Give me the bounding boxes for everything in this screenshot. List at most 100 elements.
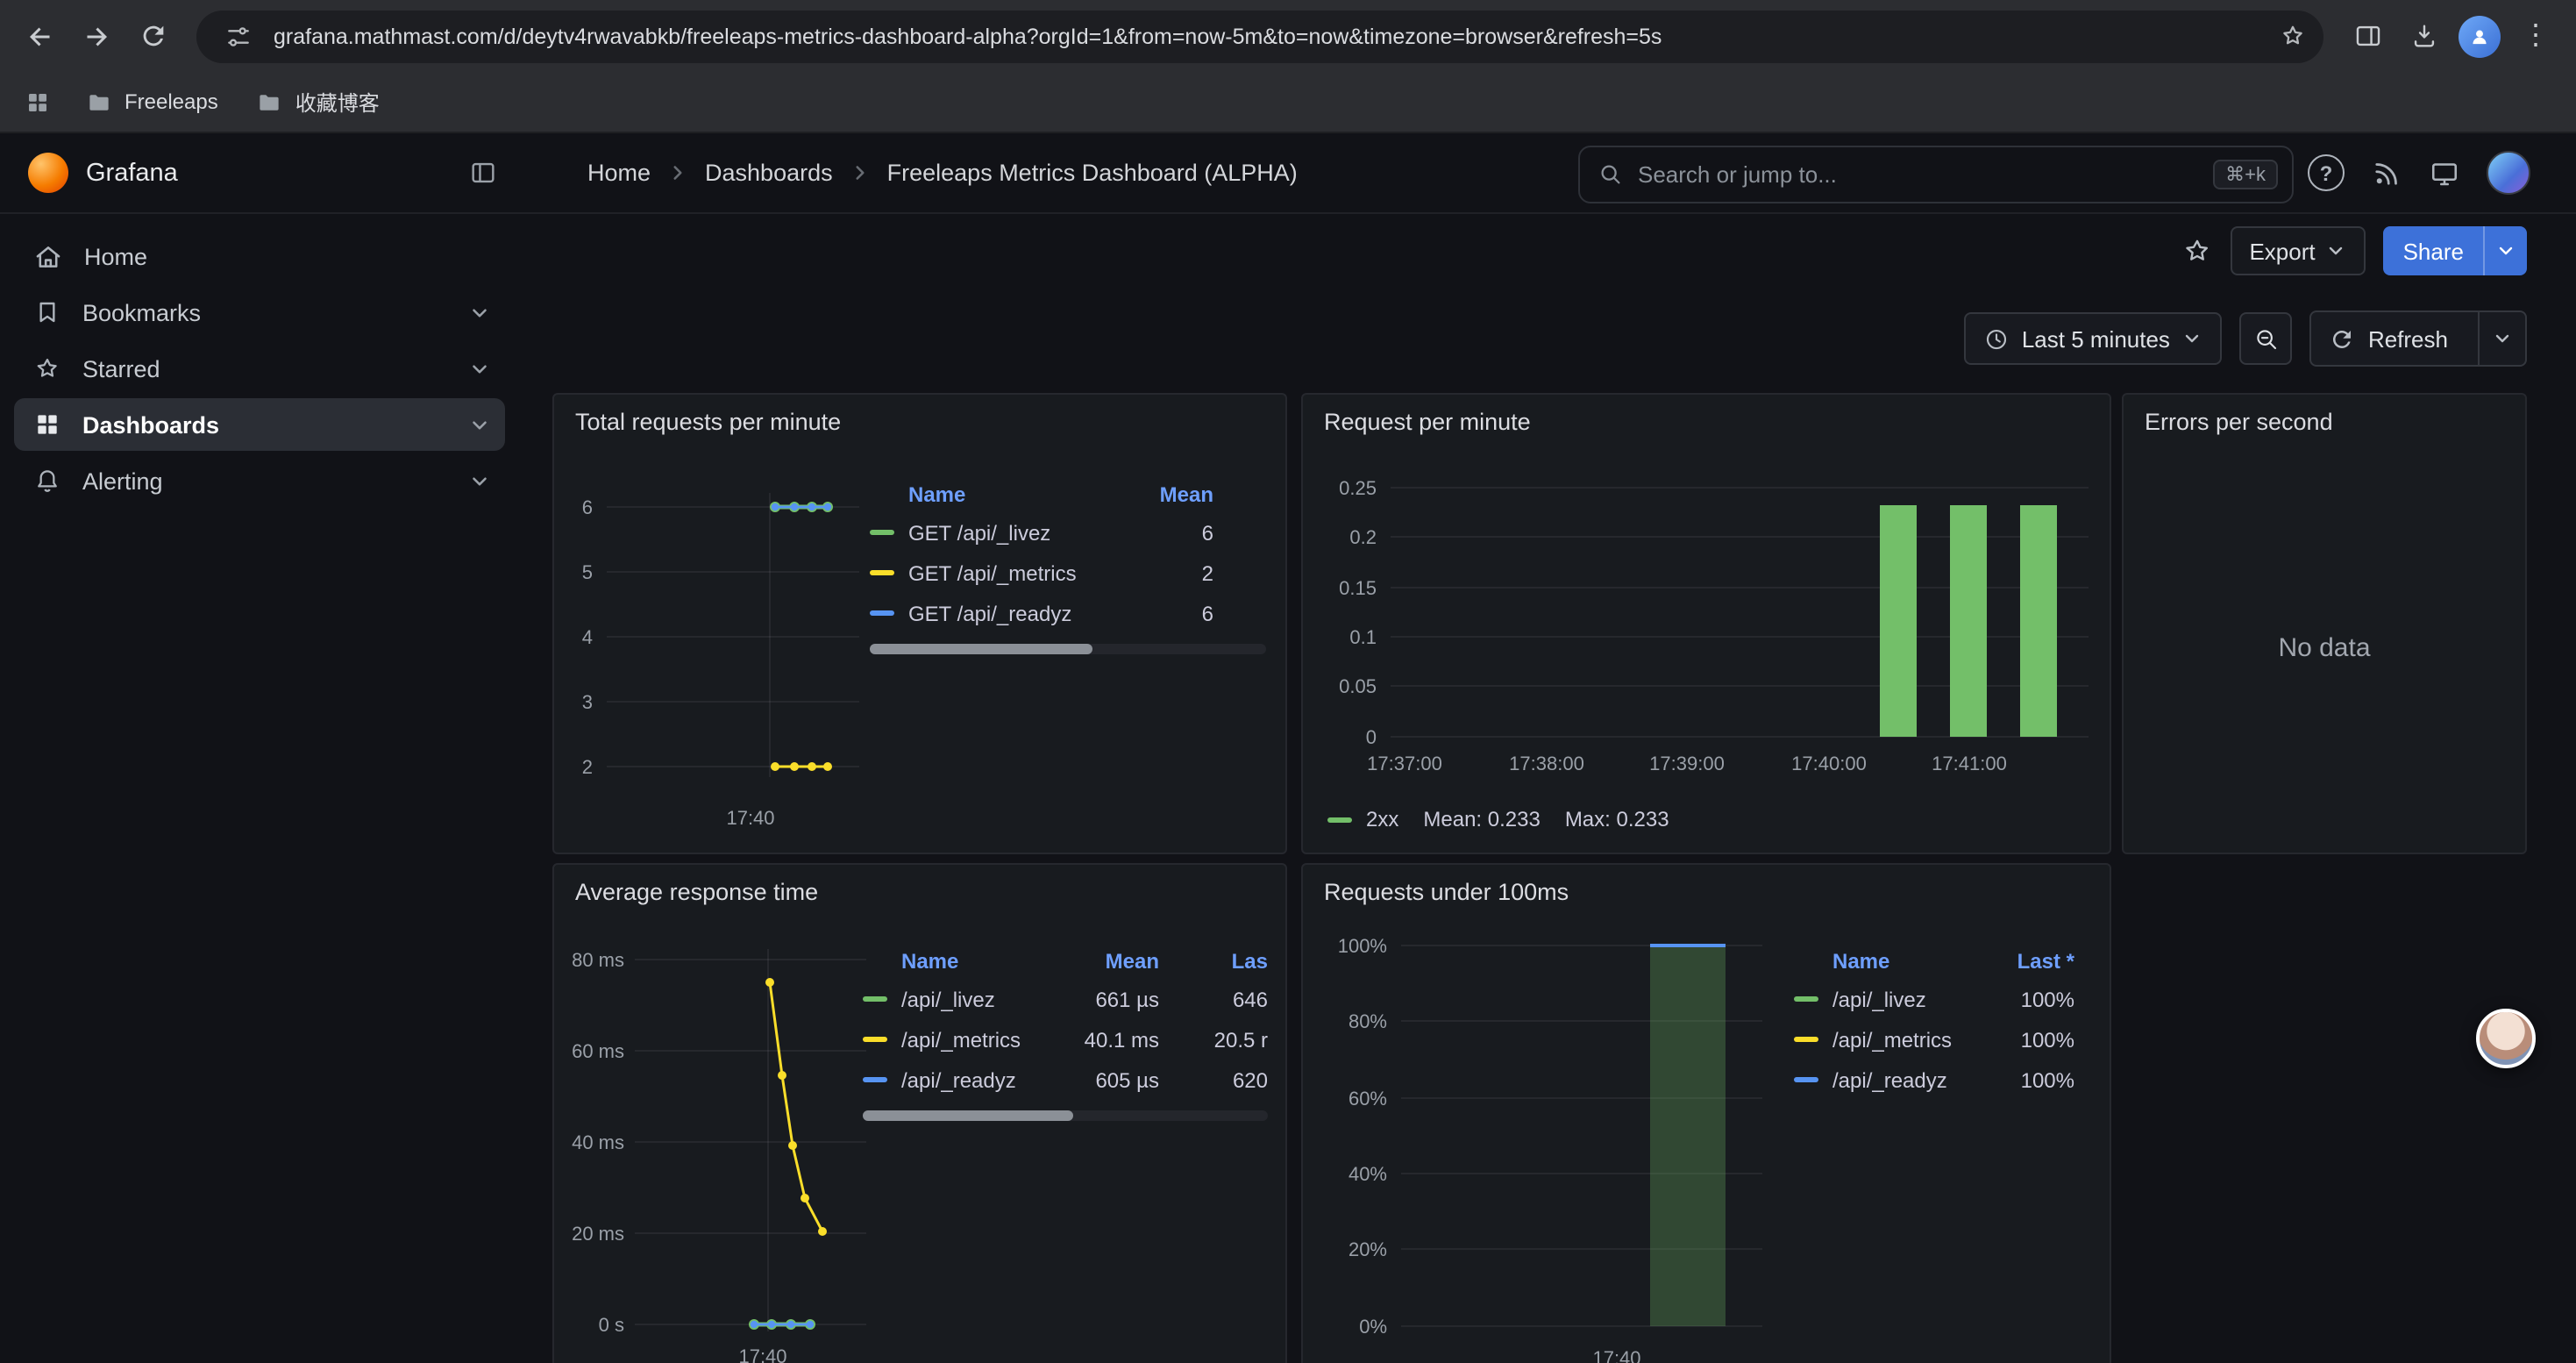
legend-col-name[interactable]: Name xyxy=(870,482,1133,506)
series-mean: 6 xyxy=(1133,520,1213,545)
help-icon[interactable]: ? xyxy=(2308,154,2345,191)
search-input[interactable]: Search or jump to... ⌘+k xyxy=(1578,146,2294,203)
share-label: Share xyxy=(2384,226,2483,275)
zoom-out-icon[interactable] xyxy=(2240,312,2293,365)
series-name[interactable]: /api/_metrics xyxy=(1832,1027,1983,1052)
series-name[interactable]: GET /api/_readyz xyxy=(908,601,1133,625)
legend-scrollbar[interactable] xyxy=(870,644,1266,654)
legend-col-name[interactable]: Name xyxy=(863,948,1054,973)
series-swatch xyxy=(863,1077,887,1082)
series-last: 20.5 r xyxy=(1184,1027,1268,1052)
legend-header: Name Mean Las xyxy=(863,942,1268,979)
series-max: Max: 0.233 xyxy=(1565,807,1669,831)
bookmark-folder-freeleaps[interactable]: Freeleaps xyxy=(75,83,229,120)
legend-col-mean[interactable]: Mean xyxy=(1133,482,1213,506)
series-swatch xyxy=(1327,817,1352,822)
refresh-icon xyxy=(2330,325,2356,352)
browser-profile-avatar[interactable] xyxy=(2453,10,2506,62)
panel-title[interactable]: Average response time xyxy=(554,865,1285,909)
brand-label: Grafana xyxy=(86,159,451,187)
series-name[interactable]: /api/_readyz xyxy=(901,1067,1054,1092)
bookmark-folder-blog[interactable]: 收藏博客 xyxy=(246,82,390,122)
panel-total-requests: Total requests per minute 6 5 4 3 2 xyxy=(552,393,1287,854)
export-button[interactable]: Export xyxy=(2230,226,2366,275)
reload-icon[interactable] xyxy=(126,10,179,62)
x-tick: 17:41:00 xyxy=(1932,753,2007,774)
favorite-star-icon[interactable] xyxy=(2181,235,2212,267)
series-last: 646 xyxy=(1184,987,1268,1011)
series-swatch xyxy=(863,996,887,1002)
chevron-down-icon[interactable] xyxy=(468,413,491,436)
series-name[interactable]: /api/_metrics xyxy=(901,1027,1054,1052)
dashboard-actions: Export Share xyxy=(572,226,2527,275)
legend-col-last[interactable]: Last * xyxy=(1983,948,2074,973)
y-tick: 0.05 xyxy=(1339,675,1377,697)
x-tick: 17:40 xyxy=(726,807,774,829)
series-name[interactable]: /api/_livez xyxy=(901,987,1054,1011)
chevron-down-icon[interactable] xyxy=(468,357,491,380)
average-response-time-chart: 80 ms 60 ms 40 ms 20 ms 0 s 17:40 xyxy=(561,931,877,1363)
legend-col-name[interactable]: Name xyxy=(1794,948,1983,973)
downloads-icon[interactable] xyxy=(2397,10,2450,62)
legend-scrollbar[interactable] xyxy=(863,1110,1268,1121)
y-tick: 0.25 xyxy=(1339,477,1377,499)
side-panel-icon[interactable] xyxy=(2341,10,2394,62)
breadcrumb-home[interactable]: Home xyxy=(587,160,651,186)
time-range-picker[interactable]: Last 5 minutes xyxy=(1964,312,2223,365)
grafana-logo[interactable] xyxy=(28,153,68,193)
chevron-down-icon[interactable] xyxy=(468,301,491,324)
share-button[interactable]: Share xyxy=(2384,226,2527,275)
back-icon[interactable] xyxy=(14,10,67,62)
apps-grid-icon[interactable] xyxy=(25,89,51,115)
sidebar-item-bookmarks[interactable]: Bookmarks xyxy=(14,286,505,339)
profile-avatar-icon xyxy=(2459,15,2501,57)
forward-icon[interactable] xyxy=(70,10,123,62)
sidebar-item-home[interactable]: Home xyxy=(14,230,505,282)
display-icon[interactable] xyxy=(2429,157,2460,189)
refresh-interval-chevron-icon[interactable] xyxy=(2478,312,2525,365)
series-swatch xyxy=(870,570,894,575)
legend: Name Last * /api/_livez 100% /api/_metri… xyxy=(1794,942,2074,1100)
series-name[interactable]: /api/_livez xyxy=(1832,987,1983,1011)
panel-title[interactable]: Request per minute xyxy=(1303,395,2110,439)
news-icon[interactable] xyxy=(2371,157,2402,189)
y-tick: 2 xyxy=(582,756,593,778)
breadcrumb-dashboards[interactable]: Dashboards xyxy=(705,160,833,186)
chevron-down-icon[interactable] xyxy=(468,469,491,492)
series-mean: 2 xyxy=(1133,560,1213,585)
legend-col-mean[interactable]: Mean xyxy=(1054,948,1159,973)
series-swatch xyxy=(870,610,894,616)
series-mean: 661 µs xyxy=(1054,987,1159,1011)
floating-avatar[interactable] xyxy=(2476,1009,2536,1068)
site-controls-icon[interactable] xyxy=(217,15,260,57)
sidebar-nav: Home Bookmarks Starred xyxy=(0,214,523,507)
series-name[interactable]: /api/_readyz xyxy=(1832,1067,1983,1092)
url-bar[interactable]: grafana.mathmast.com/d/deytv4rwavabkb/fr… xyxy=(196,10,2323,62)
sidebar-item-dashboards[interactable]: Dashboards xyxy=(14,398,505,451)
y-tick: 0.15 xyxy=(1339,577,1377,599)
legend-col-last[interactable]: Las xyxy=(1184,948,1268,973)
series-name[interactable]: GET /api/_metrics xyxy=(908,560,1133,585)
panel-title[interactable]: Requests under 100ms xyxy=(1303,865,2110,909)
share-menu-chevron-icon[interactable] xyxy=(2483,226,2527,275)
bookmark-star-icon[interactable] xyxy=(2271,15,2313,57)
series-name[interactable]: 2xx xyxy=(1366,807,1398,831)
panel-title[interactable]: Errors per second xyxy=(2124,395,2525,439)
browser-menu-icon[interactable]: ⋮ xyxy=(2509,10,2562,62)
time-controls: Last 5 minutes Refresh xyxy=(572,312,2527,365)
legend-header: Name Last * xyxy=(1794,942,2074,979)
shortcut-badge: ⌘+k xyxy=(2213,160,2278,189)
sidebar-collapse-icon[interactable] xyxy=(468,158,498,188)
series-last: 100% xyxy=(1983,1027,2074,1052)
panel-title[interactable]: Total requests per minute xyxy=(554,395,1285,439)
app-header: Home Dashboards Freeleaps Metrics Dashbo… xyxy=(523,133,2576,214)
sidebar-item-alerting[interactable]: Alerting xyxy=(14,454,505,507)
bookmark-label: 收藏博客 xyxy=(295,87,380,117)
y-tick: 6 xyxy=(582,496,593,518)
series-name[interactable]: GET /api/_livez xyxy=(908,520,1133,545)
user-avatar[interactable] xyxy=(2487,151,2530,195)
legend-header: Name Mean xyxy=(870,475,1266,512)
refresh-button[interactable]: Refresh xyxy=(2312,312,2466,365)
bar-2xx xyxy=(1950,505,1987,737)
sidebar-item-starred[interactable]: Starred xyxy=(14,342,505,395)
